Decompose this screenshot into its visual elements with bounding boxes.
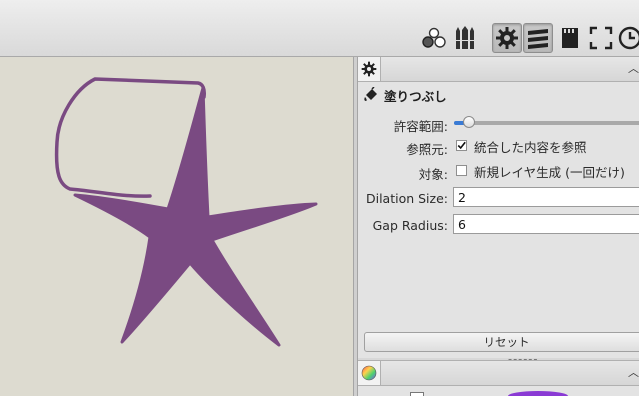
color-wheel-icon <box>361 365 377 381</box>
reference-checkbox-label[interactable]: 統合した内容を参照 <box>474 137 587 156</box>
tool-title-label: 塗りつぶし <box>384 88 447 104</box>
color-panel: ︿ <box>358 360 639 396</box>
star-drawing <box>54 77 318 347</box>
tolerance-slider[interactable] <box>454 116 639 128</box>
target-checkbox[interactable] <box>456 165 467 176</box>
color-panel-tabbar: ︿ <box>358 361 639 386</box>
target-checkbox-label[interactable]: 新規レイヤ生成 (一回だけ) <box>474 162 625 181</box>
tolerance-label: 許容範囲: <box>393 119 448 134</box>
brush-library-icon[interactable] <box>419 23 449 53</box>
color-tab[interactable] <box>358 361 381 385</box>
color-swatch-preview[interactable] <box>508 391 568 396</box>
paint-bucket-icon <box>364 87 377 101</box>
tool-options-panel: ︿ 塗りつぶし 許容範囲: 参照元: 統合した内容を参照 対象: 新規レイヤ生成… <box>358 57 639 358</box>
dilation-label: Dilation Size: <box>365 191 448 206</box>
tool-tab[interactable] <box>358 57 381 81</box>
reference-label: 参照元: <box>406 142 448 157</box>
tool-title: 塗りつぶし <box>363 85 447 105</box>
reset-button[interactable]: リセット <box>364 332 639 352</box>
gap-label: Gap Radius: <box>372 218 448 233</box>
fullscreen-icon[interactable] <box>586 23 616 53</box>
gear-icon <box>361 61 377 77</box>
drawing-canvas[interactable] <box>0 57 353 396</box>
color-panel-checkbox[interactable] <box>410 392 424 396</box>
gap-radius-input[interactable] <box>453 214 639 234</box>
tolerance-slider-thumb[interactable] <box>463 116 475 128</box>
panel-tabbar: ︿ <box>358 57 639 82</box>
layers-icon[interactable] <box>523 23 553 53</box>
checkmark-icon <box>457 141 466 150</box>
collapse-icon[interactable]: ︿ <box>628 60 639 76</box>
gear-icon[interactable] <box>492 23 522 53</box>
clock-icon[interactable] <box>615 23 639 53</box>
memory-card-icon[interactable] <box>555 23 585 53</box>
brush-set-icon[interactable] <box>450 23 480 53</box>
dilation-size-input[interactable] <box>453 187 639 207</box>
app-window: ︿ 塗りつぶし 許容範囲: 参照元: 統合した内容を参照 対象: 新規レイヤ生成… <box>0 0 639 396</box>
target-label: 対象: <box>418 167 448 182</box>
reference-checkbox[interactable] <box>456 140 467 151</box>
top-toolbar <box>0 0 639 57</box>
color-collapse-icon[interactable]: ︿ <box>628 364 639 380</box>
